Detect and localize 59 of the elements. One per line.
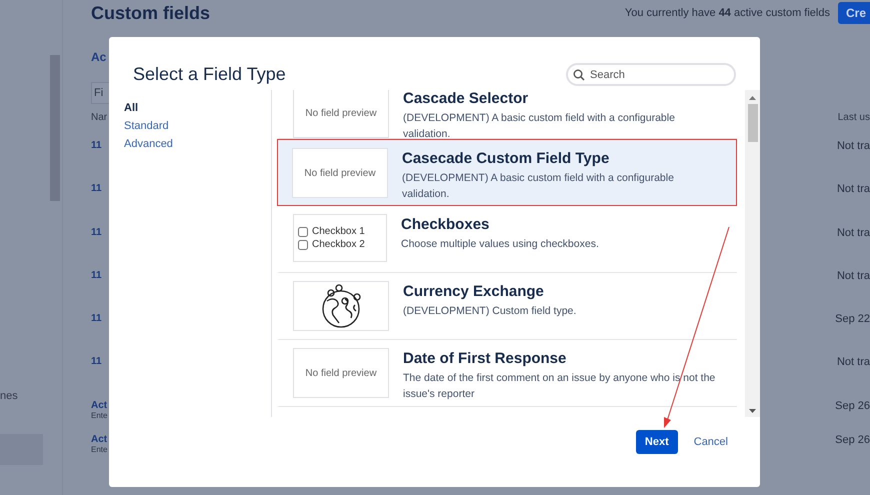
scroll-down-icon[interactable] <box>749 409 756 413</box>
checkbox[interactable] <box>298 240 308 250</box>
field-type-description: The date of the first comment on an issue by anyone who is not the issue's reporter <box>403 371 716 402</box>
field-link[interactable]: 11 <box>91 183 102 194</box>
field-type-item[interactable]: No field preview Cascade Selector (DEVELOPMENT) A basic custom field with a configurable validation. <box>277 90 737 139</box>
checkbox-label: Checkbox 1 <box>312 226 365 237</box>
column-header: Nar <box>91 112 108 123</box>
field-type-name: Date of First Response <box>403 350 568 367</box>
preview-text: No field preview <box>305 108 377 118</box>
field-link[interactable]: 11 <box>91 356 102 368</box>
summary-text: You currently have 44 active custom fields <box>624 7 830 19</box>
field-link[interactable]: 11 <box>91 140 102 151</box>
preview-text: No field preview <box>305 368 377 378</box>
field-type-description: (DEVELOPMENT) A basic custom field with a configurable validation. <box>403 111 676 142</box>
dialog-title: Select a Field Type <box>133 64 286 85</box>
field-link[interactable]: Act <box>91 400 108 411</box>
field-type-item[interactable]: Checkbox 1 Checkbox 2 Checkboxes Choose multiple values using checkboxes. <box>277 206 737 273</box>
scroll-thumb[interactable] <box>748 104 758 142</box>
table-cell: Not tra <box>836 140 870 152</box>
field-link[interactable]: 11 <box>91 226 102 238</box>
checkbox-label: Checkbox 2 <box>312 239 365 250</box>
page-title: Custom fields <box>91 2 210 24</box>
field-type-name: Currency Exchange <box>403 283 545 300</box>
preview-text: No field preview <box>304 168 376 178</box>
field-link[interactable]: Act <box>91 434 108 446</box>
field-description: Ente <box>91 445 108 454</box>
checkbox[interactable] <box>298 226 308 236</box>
field-type-item[interactable]: No field preview Date of First Response The date of the first comment on an issue by anyone who is not the issue's reporter <box>277 340 737 407</box>
field-type-description: (DEVELOPMENT) A basic custom field with a configurable validation. <box>402 171 675 202</box>
field-description: Ente <box>91 410 108 420</box>
cancel-link[interactable]: Cancel <box>694 436 728 448</box>
table-cell: Not tra <box>836 226 870 239</box>
sidebar-text: nes <box>0 390 19 402</box>
table-cell: Not tra <box>836 356 870 368</box>
search-field[interactable]: Search <box>566 63 736 86</box>
field-type-description: (DEVELOPMENT) Custom field type. <box>403 304 576 319</box>
create-button[interactable]: Cre <box>838 2 870 24</box>
field-link[interactable]: 11 <box>91 270 102 281</box>
scroll-up-icon[interactable] <box>749 96 756 100</box>
table-cell: Sep 26 <box>835 434 870 446</box>
category-link[interactable]: All <box>124 102 271 114</box>
search-icon <box>573 69 585 81</box>
table-cell: Not tra <box>836 183 870 196</box>
field-link[interactable]: 11 <box>91 313 102 324</box>
field-type-name: Cascade Selector <box>403 90 530 107</box>
table-cell: Not tra <box>836 270 870 282</box>
next-button[interactable]: Next <box>636 430 678 454</box>
field-type-item[interactable]: No field preview Casecade Custom Field Type (DEVELOPMENT) A basic custom field with a configurable validation. <box>277 139 737 206</box>
scrollbar[interactable] <box>745 90 760 417</box>
table-cell: Sep 26 <box>835 400 870 412</box>
category-link[interactable]: Advanced <box>124 138 271 150</box>
table-cell: Sep 22 <box>835 313 870 326</box>
field-type-name: Casecade Custom Field Type <box>402 150 610 167</box>
column-header: Last us <box>838 112 870 123</box>
field-type-description: Choose multiple values using checkboxes. <box>401 237 599 252</box>
scrollbar[interactable] <box>50 55 60 201</box>
field-type-name: Checkboxes <box>401 216 490 233</box>
category-link[interactable]: Standard <box>124 120 271 132</box>
field-type-item[interactable]: Currency Exchange (DEVELOPMENT) Custom field type. <box>277 273 737 340</box>
